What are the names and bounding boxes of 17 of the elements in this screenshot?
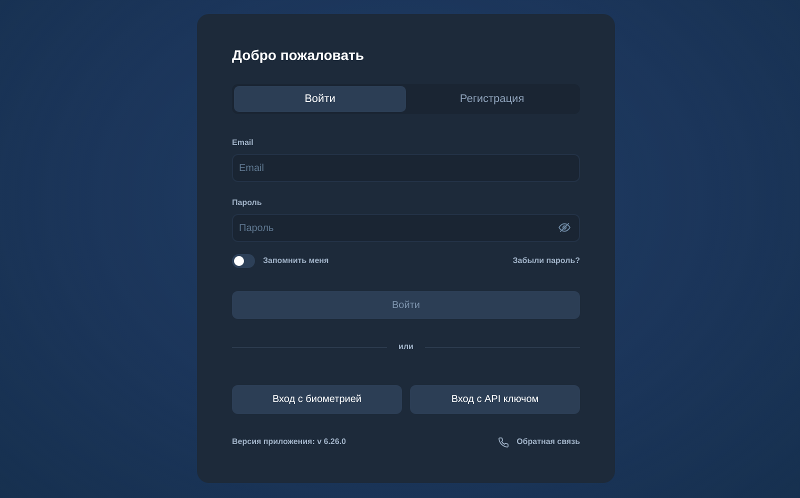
feedback-link[interactable]: Обратная связь [498, 436, 580, 448]
email-field[interactable]: Email [232, 154, 580, 182]
remember-label: Запомнить меня [263, 255, 329, 267]
phone-icon [498, 436, 509, 448]
field-label: Пароль [232, 198, 263, 208]
alt-login-button[interactable]: Вход с API ключом [410, 385, 580, 414]
alt-login-button[interactable]: Вход с биометрией [232, 385, 402, 414]
tab[interactable]: Регистрация [406, 86, 578, 112]
password-field[interactable]: Пароль [232, 214, 580, 242]
hide-password-icon[interactable] [558, 221, 571, 234]
tab[interactable]: Войти [234, 86, 406, 112]
forgot-password-link[interactable]: Забыли пароль? [512, 255, 580, 267]
divider-label: или [398, 341, 414, 353]
title: Добро пожаловать [232, 46, 365, 64]
version-text: Версия приложения: v 6.26.0 [232, 436, 346, 448]
field-label: Email [232, 138, 254, 148]
remember-toggle[interactable] [232, 254, 255, 268]
